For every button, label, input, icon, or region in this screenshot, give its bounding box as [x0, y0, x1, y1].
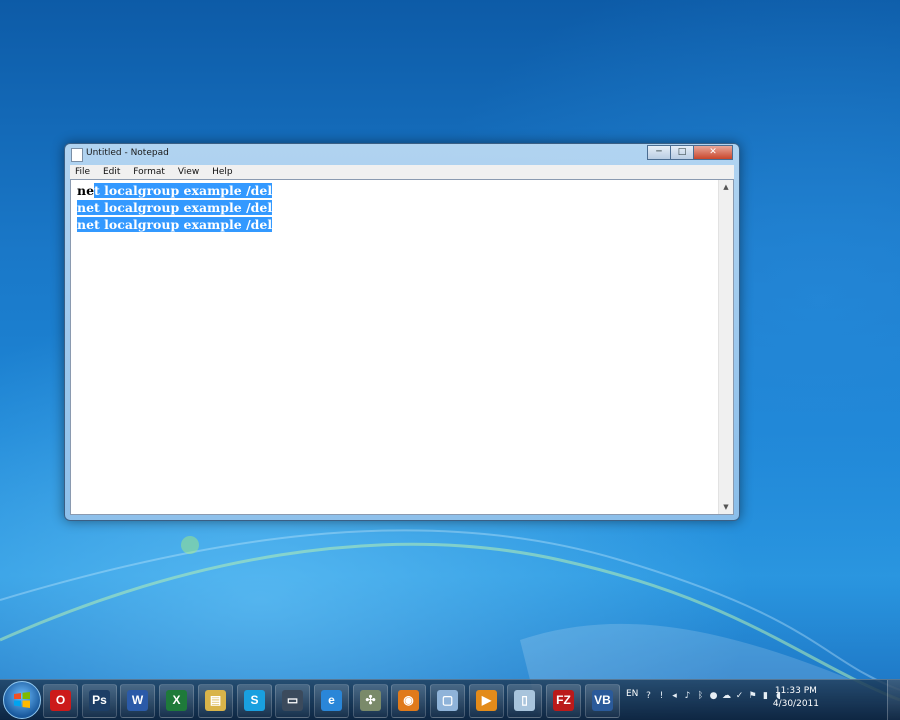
- scroll-down-arrow-icon[interactable]: ▼: [719, 500, 733, 514]
- scroll-up-arrow-icon[interactable]: ▲: [719, 180, 733, 194]
- taskbar-window-app-button[interactable]: ▢: [430, 684, 465, 718]
- taskbar-opera-button[interactable]: O: [43, 684, 78, 718]
- link-icon[interactable]: ✓: [735, 691, 744, 701]
- start-button[interactable]: [3, 681, 41, 719]
- cloud-icon[interactable]: ☁: [722, 691, 731, 701]
- close-button[interactable]: ✕: [693, 145, 733, 160]
- selected-text: t localgroup example /del: [94, 183, 273, 198]
- taskbar-explorer-button[interactable]: ▤: [198, 684, 233, 718]
- notepad-app-icon[interactable]: [71, 148, 83, 162]
- title-bar[interactable]: Untitled - Notepad ─ □ ✕: [65, 144, 739, 164]
- taskbar-skype-button[interactable]: S: [237, 684, 272, 718]
- excel-icon: X: [166, 690, 187, 711]
- show-desktop-button[interactable]: [887, 680, 900, 720]
- system-tray: EN ? ! ◂ ♪ ᛒ ● ☁ ✓ ⚑ ▮ ◖ 11:33 PM 4/30/2…: [620, 680, 835, 720]
- internet-explorer-icon: e: [321, 690, 342, 711]
- taskbar-word-button[interactable]: W: [120, 684, 155, 718]
- photoshop-icon: Ps: [89, 690, 110, 711]
- clock[interactable]: 11:33 PM 4/30/2011: [773, 685, 819, 711]
- notification-icon[interactable]: !: [657, 691, 666, 701]
- firefox-icon: ◉: [398, 690, 419, 711]
- minimize-button[interactable]: ─: [647, 145, 671, 160]
- menu-view[interactable]: View: [173, 165, 204, 177]
- action-center-flag-icon[interactable]: ⚑: [748, 691, 757, 701]
- media-player-icon: ▶: [476, 690, 497, 711]
- taskbar-firefox-button[interactable]: ◉: [391, 684, 426, 718]
- taskbar-virtual-machine-button[interactable]: VB: [585, 684, 620, 718]
- clock-time: 11:33 PM: [774, 686, 817, 696]
- security-icon[interactable]: ●: [709, 691, 718, 701]
- menu-format[interactable]: Format: [128, 165, 170, 177]
- network-icon[interactable]: ▮: [761, 691, 770, 701]
- text-content[interactable]: net localgroup example /del net localgro…: [77, 182, 717, 514]
- taskbar-internet-explorer-button[interactable]: e: [314, 684, 349, 718]
- window-controls: ─ □ ✕: [647, 145, 733, 160]
- selected-text: net localgroup example /del: [77, 217, 273, 232]
- taskbar-filezilla-button[interactable]: FZ: [546, 684, 581, 718]
- clock-date: 4/30/2011: [772, 699, 819, 709]
- vertical-scrollbar[interactable]: ▲ ▼: [718, 180, 733, 514]
- volume-icon[interactable]: ♪: [683, 691, 692, 701]
- taskbar-excel-button[interactable]: X: [159, 684, 194, 718]
- window-title: Untitled - Notepad: [86, 148, 169, 158]
- filezilla-icon: FZ: [553, 690, 574, 711]
- taskbar-notepad-button[interactable]: ▯: [507, 684, 542, 718]
- text-line: net localgroup example /del: [77, 182, 717, 199]
- skype-icon: S: [244, 690, 265, 711]
- remote-desktop-icon: ▭: [282, 690, 303, 711]
- network-tool-icon: ✣: [360, 690, 381, 711]
- help-icon[interactable]: ?: [644, 691, 653, 701]
- selected-text: net localgroup example /del: [77, 200, 273, 215]
- notepad-icon: ▯: [514, 690, 535, 711]
- explorer-icon: ▤: [205, 690, 226, 711]
- taskbar-remote-desktop-button[interactable]: ▭: [275, 684, 310, 718]
- taskbar-media-player-button[interactable]: ▶: [469, 684, 504, 718]
- menu-bar: File Edit Format View Help: [70, 165, 734, 179]
- menu-file[interactable]: File: [70, 165, 95, 177]
- opera-icon: O: [50, 690, 71, 711]
- notepad-window: Untitled - Notepad ─ □ ✕ File Edit Forma…: [64, 143, 740, 521]
- taskbar: O Ps W X ▤ S ▭ e ✣ ◉ ▢ ▶ ▯ FZ VB EN ? ! ◂ ♪ ᛒ ● ☁ ✓ ⚑ …: [0, 679, 900, 720]
- maximize-button[interactable]: □: [670, 145, 694, 160]
- unselected-text: ne: [77, 183, 95, 198]
- taskbar-network-tool-button[interactable]: ✣: [353, 684, 388, 718]
- language-indicator[interactable]: EN: [626, 689, 638, 699]
- speaker-icon[interactable]: ◂: [670, 691, 679, 701]
- text-line: net localgroup example /del: [77, 199, 717, 216]
- menu-edit[interactable]: Edit: [98, 165, 125, 177]
- taskbar-photoshop-button[interactable]: Ps: [82, 684, 117, 718]
- word-icon: W: [127, 690, 148, 711]
- text-line: net localgroup example /del: [77, 216, 717, 233]
- virtual-machine-icon: VB: [592, 690, 613, 711]
- editor-area[interactable]: net localgroup example /del net localgro…: [70, 179, 734, 515]
- menu-help[interactable]: Help: [207, 165, 238, 177]
- bluetooth-icon[interactable]: ᛒ: [696, 691, 705, 701]
- windows-logo-icon: [14, 692, 30, 708]
- window-app-icon: ▢: [437, 690, 458, 711]
